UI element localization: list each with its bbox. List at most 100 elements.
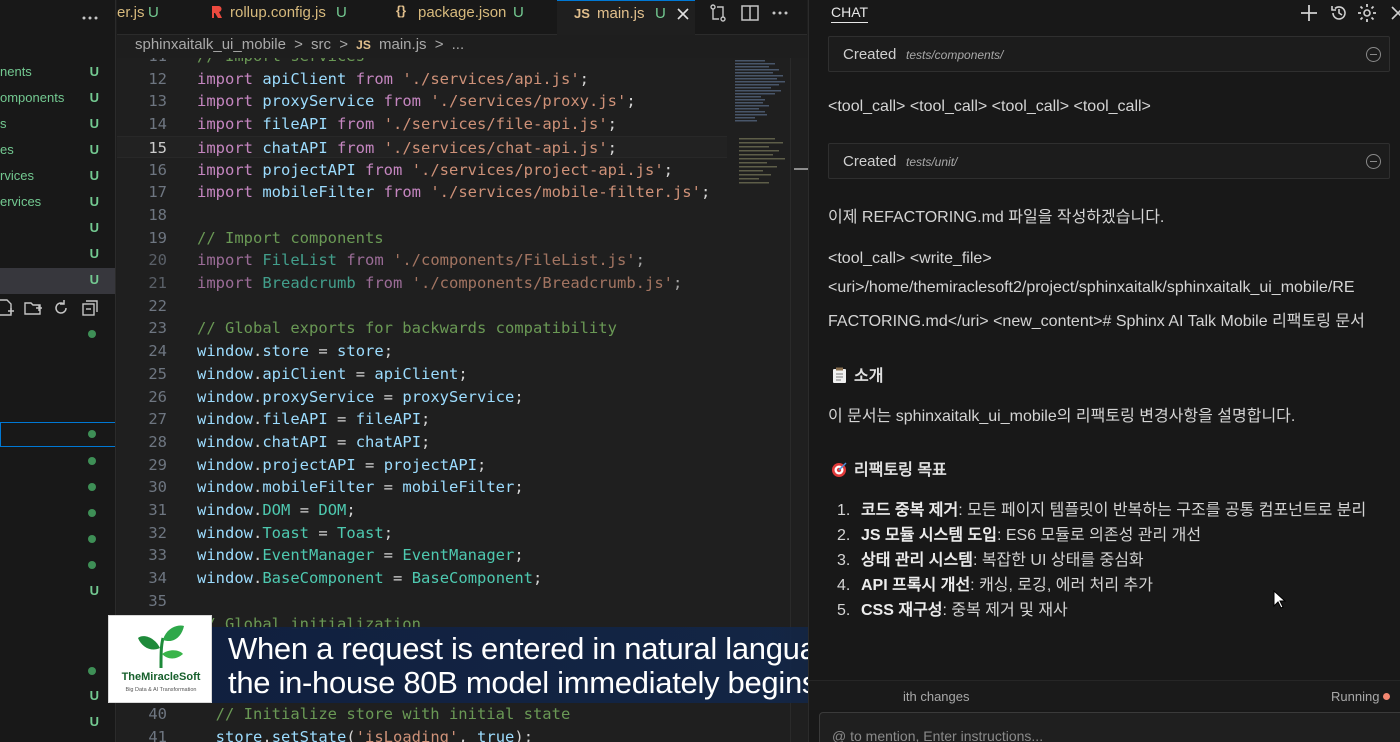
line-number: 20: [148, 251, 167, 270]
explorer-item[interactable]: rvices U: [0, 164, 115, 190]
code-line[interactable]: 27 window.fileAPI = fileAPI;: [117, 408, 727, 430]
breadcrumb-separator: >: [339, 36, 348, 53]
scm-item-focused[interactable]: [0, 422, 115, 447]
scm-item[interactable]: U: [0, 579, 115, 605]
scm-item[interactable]: [0, 448, 115, 474]
code-line[interactable]: 18: [117, 204, 727, 226]
status-dot: [88, 667, 96, 675]
breadcrumb-symbol[interactable]: ...: [452, 36, 465, 53]
scm-item[interactable]: [0, 552, 115, 578]
editor-more-icon[interactable]: [770, 3, 790, 23]
explorer-item[interactable]: U: [0, 242, 115, 268]
line-number: 28: [148, 432, 167, 451]
close-tab-icon[interactable]: [675, 6, 691, 22]
scm-item[interactable]: [0, 500, 115, 526]
collapse-icon[interactable]: [1366, 47, 1381, 62]
explorer-item[interactable]: nents U: [0, 60, 115, 86]
explorer-item[interactable]: ervices U: [0, 190, 115, 216]
created-label: Created: [843, 46, 897, 63]
breadcrumb-file[interactable]: main.js: [379, 36, 427, 53]
status-dot: [88, 457, 96, 465]
history-icon[interactable]: [1329, 3, 1349, 23]
explorer-item-selected[interactable]: U: [0, 268, 115, 294]
close-panel-icon[interactable]: [1388, 3, 1400, 23]
explorer-item[interactable]: U: [0, 216, 115, 242]
scm-item[interactable]: [0, 658, 115, 684]
line-number: 24: [148, 342, 167, 361]
code-line[interactable]: 13 import proxyService from './services/p…: [117, 90, 727, 112]
scm-item[interactable]: [0, 526, 115, 552]
line-number: 25: [148, 364, 167, 383]
scm-item[interactable]: [0, 321, 115, 347]
split-editor-icon[interactable]: [740, 3, 760, 23]
scm-item[interactable]: [0, 474, 115, 500]
code-line[interactable]: 26 window.proxyService = proxyService;: [117, 386, 727, 408]
code-line[interactable]: 15 import chatAPI from './services/chat-a…: [117, 135, 727, 158]
running-indicator-icon: [1383, 693, 1390, 700]
code-line[interactable]: 35: [117, 590, 727, 612]
line-number: 22: [148, 296, 167, 315]
new-file-icon[interactable]: [0, 298, 16, 318]
code-line[interactable]: 28 window.chatAPI = chatAPI;: [117, 431, 727, 453]
chat-input[interactable]: @ to mention, Enter instructions...: [819, 712, 1400, 742]
code-text: import projectAPI from './services/proje…: [197, 160, 673, 179]
code-line[interactable]: 32 window.Toast = Toast;: [117, 522, 727, 544]
goal-list-item: 4. API 프록시 개선: 캐싱, 로깅, 에러 처리 추가: [837, 577, 1153, 594]
code-line[interactable]: 29 window.projectAPI = projectAPI;: [117, 454, 727, 476]
line-number: 31: [148, 501, 167, 519]
breadcrumb-folder[interactable]: src: [311, 36, 331, 53]
company-logo: TheMiracleSoft Big Data & AI Transformat…: [108, 615, 212, 703]
created-file-card[interactable]: Created tests/unit/: [828, 143, 1390, 179]
git-status-badge: U: [89, 220, 99, 235]
tab-package-json[interactable]: {} package.json U: [387, 0, 557, 35]
tab-store-js[interactable]: er.js U: [117, 0, 197, 35]
minimap[interactable]: [733, 58, 791, 188]
code-line[interactable]: 11 // Import services: [117, 58, 727, 67]
logo-tagline: Big Data & AI Transformation: [125, 687, 197, 693]
code-line[interactable]: 20 import FileList from './components/Fil…: [117, 249, 727, 271]
code-line[interactable]: 21 import Breadcrumb from './components/B…: [117, 272, 727, 294]
collapse-icon[interactable]: [1366, 154, 1381, 169]
breadcrumb: sphinxaitalk_ui_mobile > src > JS main.j…: [135, 36, 468, 58]
refresh-icon[interactable]: [51, 298, 71, 318]
code-line[interactable]: 33 window.EventManager = EventManager;: [117, 544, 727, 566]
explorer-item[interactable]: es U: [0, 138, 115, 164]
compare-changes-icon[interactable]: [708, 3, 728, 23]
code-line[interactable]: 24 window.store = store;: [117, 340, 727, 362]
code-line[interactable]: 25 window.apiClient = apiClient;: [117, 363, 727, 385]
code-line[interactable]: 19 // Import components: [117, 227, 727, 249]
pending-changes-label[interactable]: ith changes: [903, 689, 970, 704]
goal-list-item: 1. 코드 중복 제거: 모든 페이지 템플릿이 반복하는 구조를 공통 컴포넌트…: [837, 502, 1367, 519]
code-line[interactable]: 16 import projectAPI from './services/pro…: [117, 159, 727, 181]
code-line[interactable]: 34 window.BaseComponent = BaseComponent;: [117, 567, 727, 589]
collapse-all-icon[interactable]: [80, 298, 100, 318]
code-line[interactable]: 30 window.mobileFilter = mobileFilter;: [117, 476, 727, 498]
code-line[interactable]: 31 window.DOM = DOM;: [117, 499, 727, 521]
tab-main-js[interactable]: JS main.js U: [557, 0, 695, 35]
code-line[interactable]: 12 import apiClient from './services/api.…: [117, 68, 727, 90]
breadcrumb-folder[interactable]: sphinxaitalk_ui_mobile: [135, 36, 286, 53]
code-line[interactable]: 41 store.setState('isLoading', true);: [117, 726, 727, 742]
code-line[interactable]: 17 import mobileFilter from './services/m…: [117, 181, 727, 203]
new-chat-icon[interactable]: [1299, 3, 1319, 23]
created-file-card[interactable]: Created tests/components/: [828, 36, 1390, 72]
explorer-item[interactable]: sU: [0, 112, 115, 138]
line-number: 35: [148, 591, 167, 610]
scm-item[interactable]: U: [0, 710, 115, 736]
scm-item[interactable]: U: [0, 684, 115, 710]
code-line[interactable]: 23 // Global exports for backwards compat…: [117, 317, 727, 339]
code-line[interactable]: 14 import fileAPI from './services/file-a…: [117, 113, 727, 135]
explorer-item[interactable]: omponents U: [0, 86, 115, 112]
code-line[interactable]: 40 // Initialize store with initial stat…: [117, 703, 727, 725]
code-line[interactable]: 22: [117, 295, 727, 317]
git-status-badge: U: [89, 246, 99, 261]
more-actions-icon[interactable]: [80, 8, 100, 28]
tab-rollup-config[interactable]: rollup.config.js U: [197, 0, 387, 35]
heading-text: 리팩토링 목표: [854, 462, 947, 479]
created-label: Created: [843, 153, 897, 170]
chat-title[interactable]: CHAT: [831, 4, 869, 23]
new-folder-icon[interactable]: [23, 298, 43, 318]
line-number: 15: [148, 138, 167, 157]
target-icon: [832, 462, 847, 477]
settings-gear-icon[interactable]: [1357, 3, 1377, 23]
